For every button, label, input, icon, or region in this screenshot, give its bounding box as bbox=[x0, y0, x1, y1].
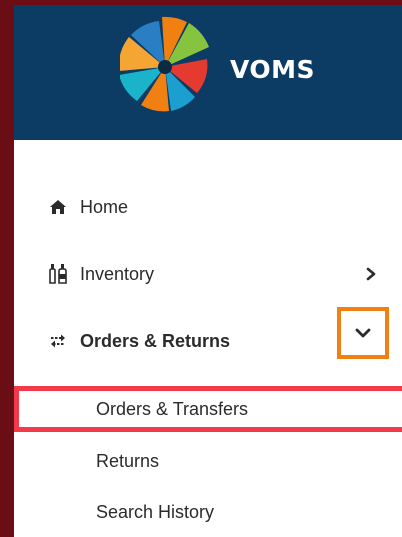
app-name: VOMS bbox=[230, 55, 316, 84]
bottles-icon bbox=[48, 264, 68, 284]
window-border-left bbox=[0, 0, 14, 537]
home-icon bbox=[48, 197, 68, 217]
submenu-item-label: Search History bbox=[96, 501, 215, 522]
submenu-item-label: Orders & Transfers bbox=[96, 398, 249, 419]
submenu-item-search-history[interactable]: Search History bbox=[14, 490, 402, 534]
nav-item-home[interactable]: Home bbox=[14, 184, 402, 230]
submenu-item-label: Returns bbox=[96, 450, 160, 471]
submenu-item-orders-transfers[interactable]: Orders & Transfers bbox=[14, 386, 402, 432]
nav-item-label: Orders & Returns bbox=[80, 330, 231, 351]
expand-toggle-button[interactable] bbox=[337, 307, 389, 359]
app-header: VOMS bbox=[14, 5, 402, 140]
app-frame: VOMS Home Inventory Orders & Returns Ord… bbox=[0, 0, 402, 537]
nav-item-label: Home bbox=[80, 196, 129, 217]
chevron-down-icon bbox=[355, 328, 371, 338]
transfer-arrows-icon bbox=[48, 331, 68, 351]
nav-item-orders-returns[interactable]: Orders & Returns bbox=[14, 307, 402, 364]
chevron-right-icon[interactable] bbox=[364, 267, 378, 281]
submenu-item-returns[interactable]: Returns bbox=[14, 439, 402, 483]
voms-logo-icon[interactable] bbox=[120, 13, 210, 117]
nav-item-label: Inventory bbox=[80, 263, 155, 284]
nav-item-inventory[interactable]: Inventory bbox=[14, 251, 402, 297]
